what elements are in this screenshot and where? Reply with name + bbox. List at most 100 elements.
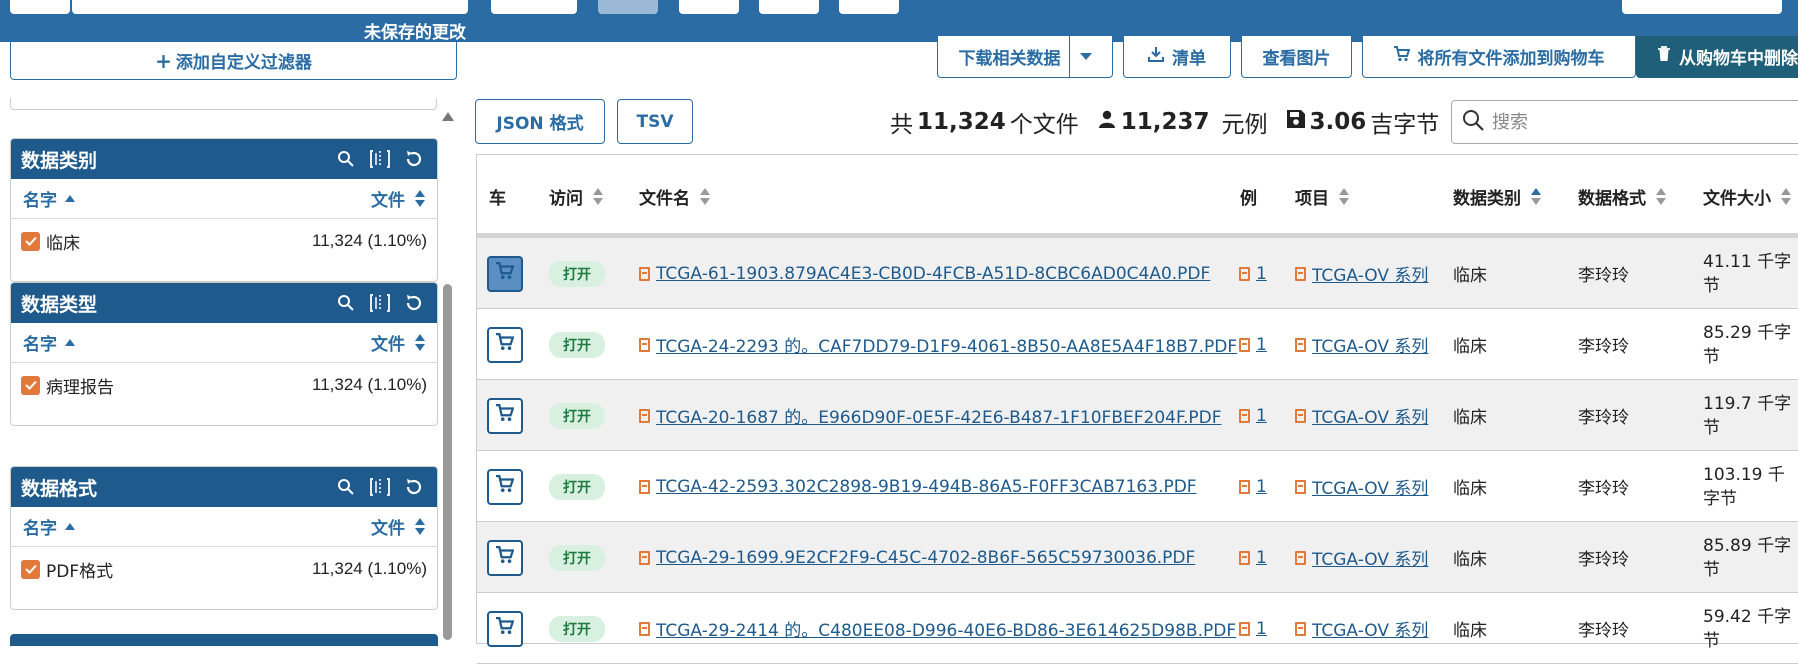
add-custom-filter-button[interactable]: + 添加自定义过滤器 <box>10 42 457 80</box>
file-link[interactable]: TCGA-29-2414 的。C480EE08-D996-40E6-BD86-3… <box>639 616 1236 641</box>
cases-link[interactable]: 1 <box>1239 477 1267 497</box>
facet-option-label: 病理报告 <box>46 377 114 398</box>
project-link[interactable]: TCGA-OV 系列 <box>1295 261 1428 286</box>
cases-link[interactable]: 1 <box>1239 548 1267 568</box>
cases-link[interactable]: 1 <box>1239 335 1267 355</box>
file-name: TCGA-42-2593.302C2898-9B19-494B-86A5-F0F… <box>656 476 1197 497</box>
toggle-columns-icon[interactable] <box>367 290 393 316</box>
sort-by-files[interactable]: 文件 <box>371 514 425 539</box>
reset-icon[interactable] <box>401 146 427 172</box>
manifest-button[interactable]: 清单 <box>1123 36 1231 78</box>
project-link[interactable]: TCGA-OV 系列 <box>1295 403 1428 428</box>
table-header: 车 访问 文件名 例 项目 数据类别 数据格式 文件大小 <box>477 155 1798 238</box>
chevron-down-icon[interactable] <box>1068 35 1092 78</box>
facet-option[interactable]: 病理报告 11,324 (1.10%) <box>11 363 437 407</box>
facets-scrollbar[interactable] <box>440 112 454 644</box>
cases-link[interactable]: 1 <box>1239 264 1267 284</box>
cases-link[interactable]: 1 <box>1239 619 1267 639</box>
sort-asc-icon <box>65 195 75 202</box>
sort-icon <box>700 188 710 205</box>
project-cell: TCGA-OV 系列 <box>1295 593 1428 664</box>
size-unit: 吉字节 <box>1370 112 1440 138</box>
project-link[interactable]: TCGA-OV 系列 <box>1295 616 1428 641</box>
search-icon[interactable] <box>333 474 359 500</box>
search-input[interactable] <box>1492 111 1792 133</box>
json-export-button[interactable]: JSON 格式 <box>475 99 605 144</box>
cases-count: 1 <box>1256 547 1267 568</box>
file-link[interactable]: TCGA-42-2593.302C2898-9B19-494B-86A5-F0F… <box>639 477 1197 497</box>
add-to-cart-button[interactable] <box>487 468 523 505</box>
col-header-filename[interactable]: 文件名 <box>639 155 710 238</box>
case-icon <box>1239 408 1250 423</box>
toggle-columns-icon[interactable] <box>367 474 393 500</box>
top-nav-button[interactable] <box>598 0 658 14</box>
sort-by-files[interactable]: 文件 <box>371 330 425 355</box>
facet-header: 数据格式 <box>11 467 437 507</box>
col-header-project[interactable]: 项目 <box>1295 155 1349 238</box>
size-cell: 103.19 千字节 <box>1703 451 1798 522</box>
cases-link[interactable]: 1 <box>1239 406 1267 426</box>
sort-by-name[interactable]: 名字 <box>23 186 371 211</box>
reset-icon[interactable] <box>401 474 427 500</box>
add-to-cart-button[interactable] <box>487 539 523 576</box>
facet-columns: 名字 文件 <box>11 507 437 547</box>
project-link[interactable]: TCGA-OV 系列 <box>1295 545 1428 570</box>
col-header-access[interactable]: 访问 <box>549 155 603 238</box>
sort-by-name[interactable]: 名字 <box>23 514 371 539</box>
sort-by-files[interactable]: 文件 <box>371 186 425 211</box>
project-link[interactable]: TCGA-OV 系列 <box>1295 332 1428 357</box>
checkbox-checked-icon[interactable] <box>21 559 40 579</box>
header-label: 车 <box>489 189 506 209</box>
remove-from-cart-button[interactable]: 从购物车中删除 <box>1636 36 1798 78</box>
size-cell: 59.42 千字节 <box>1703 593 1798 664</box>
cases-count: 1 <box>1256 476 1267 497</box>
scroll-thumb[interactable] <box>443 284 452 640</box>
file-link[interactable]: TCGA-20-1687 的。E966D90F-0E5F-42E6-B487-1… <box>639 403 1222 428</box>
scroll-up-arrow-icon[interactable] <box>442 112 454 121</box>
top-nav-button[interactable] <box>491 0 577 14</box>
top-nav-button[interactable] <box>10 0 70 14</box>
top-nav-button[interactable] <box>839 0 899 14</box>
json-export-label: JSON 格式 <box>496 114 584 134</box>
format-cell: 李玲玲 <box>1578 380 1629 451</box>
col-header-format[interactable]: 数据格式 <box>1578 155 1666 238</box>
sort-icon <box>1781 188 1791 205</box>
add-to-cart-button[interactable] <box>487 255 523 292</box>
checkbox-checked-icon[interactable] <box>21 375 40 395</box>
top-nav-button[interactable] <box>679 0 739 14</box>
view-images-button[interactable]: 查看图片 <box>1241 36 1352 78</box>
add-to-cart-button[interactable] <box>487 326 523 363</box>
checkbox-checked-icon[interactable] <box>21 231 40 251</box>
add-to-cart-button[interactable] <box>487 397 523 434</box>
project-name: TCGA-OV 系列 <box>1312 408 1429 428</box>
search-icon[interactable] <box>333 290 359 316</box>
results-summary: 共 11,324 个文件 11,237 元例 3.06 吉字节 <box>890 104 1439 140</box>
col-header-size[interactable]: 文件大小 <box>1703 155 1791 238</box>
facet-option[interactable]: 临床 11,324 (1.10%) <box>11 219 437 263</box>
file-link[interactable]: TCGA-29-1699.9E2CF2F9-C45C-4702-8B6F-565… <box>639 548 1195 568</box>
search-icon[interactable] <box>333 146 359 172</box>
name-column-label: 名字 <box>23 191 57 211</box>
project-link[interactable]: TCGA-OV 系列 <box>1295 474 1428 499</box>
facet-option[interactable]: PDF格式 11,324 (1.10%) <box>11 547 437 591</box>
tsv-export-button[interactable]: TSV <box>617 99 693 144</box>
access-cell: 打开 <box>549 380 605 451</box>
reset-icon[interactable] <box>401 290 427 316</box>
sort-by-name[interactable]: 名字 <box>23 330 371 355</box>
download-associated-data-button[interactable]: 下载相关数据 <box>937 35 1113 78</box>
add-all-to-cart-button[interactable]: 将所有文件添加到购物车 <box>1362 36 1636 78</box>
add-to-cart-button[interactable] <box>487 610 523 647</box>
file-link[interactable]: TCGA-24-2293 的。CAF7DD79-D1F9-4061-8B50-A… <box>639 332 1237 357</box>
file-link[interactable]: TCGA-61-1903.879AC4E3-CB0D-4FCB-A51D-8CB… <box>639 264 1210 284</box>
facet-data-type: 数据类型 名字 文件 病理报告 11,324 (1.10%) <box>10 282 438 426</box>
top-user-button[interactable] <box>1622 0 1782 14</box>
top-search-box[interactable] <box>72 0 468 14</box>
cart-cell <box>487 380 523 451</box>
top-nav-button[interactable] <box>759 0 819 14</box>
cart-icon <box>496 262 515 285</box>
project-cell: TCGA-OV 系列 <box>1295 238 1428 309</box>
col-header-category[interactable]: 数据类别 <box>1453 155 1541 238</box>
facet-title: 数据类别 <box>21 149 98 172</box>
table-search[interactable] <box>1451 100 1798 144</box>
toggle-columns-icon[interactable] <box>367 146 393 172</box>
